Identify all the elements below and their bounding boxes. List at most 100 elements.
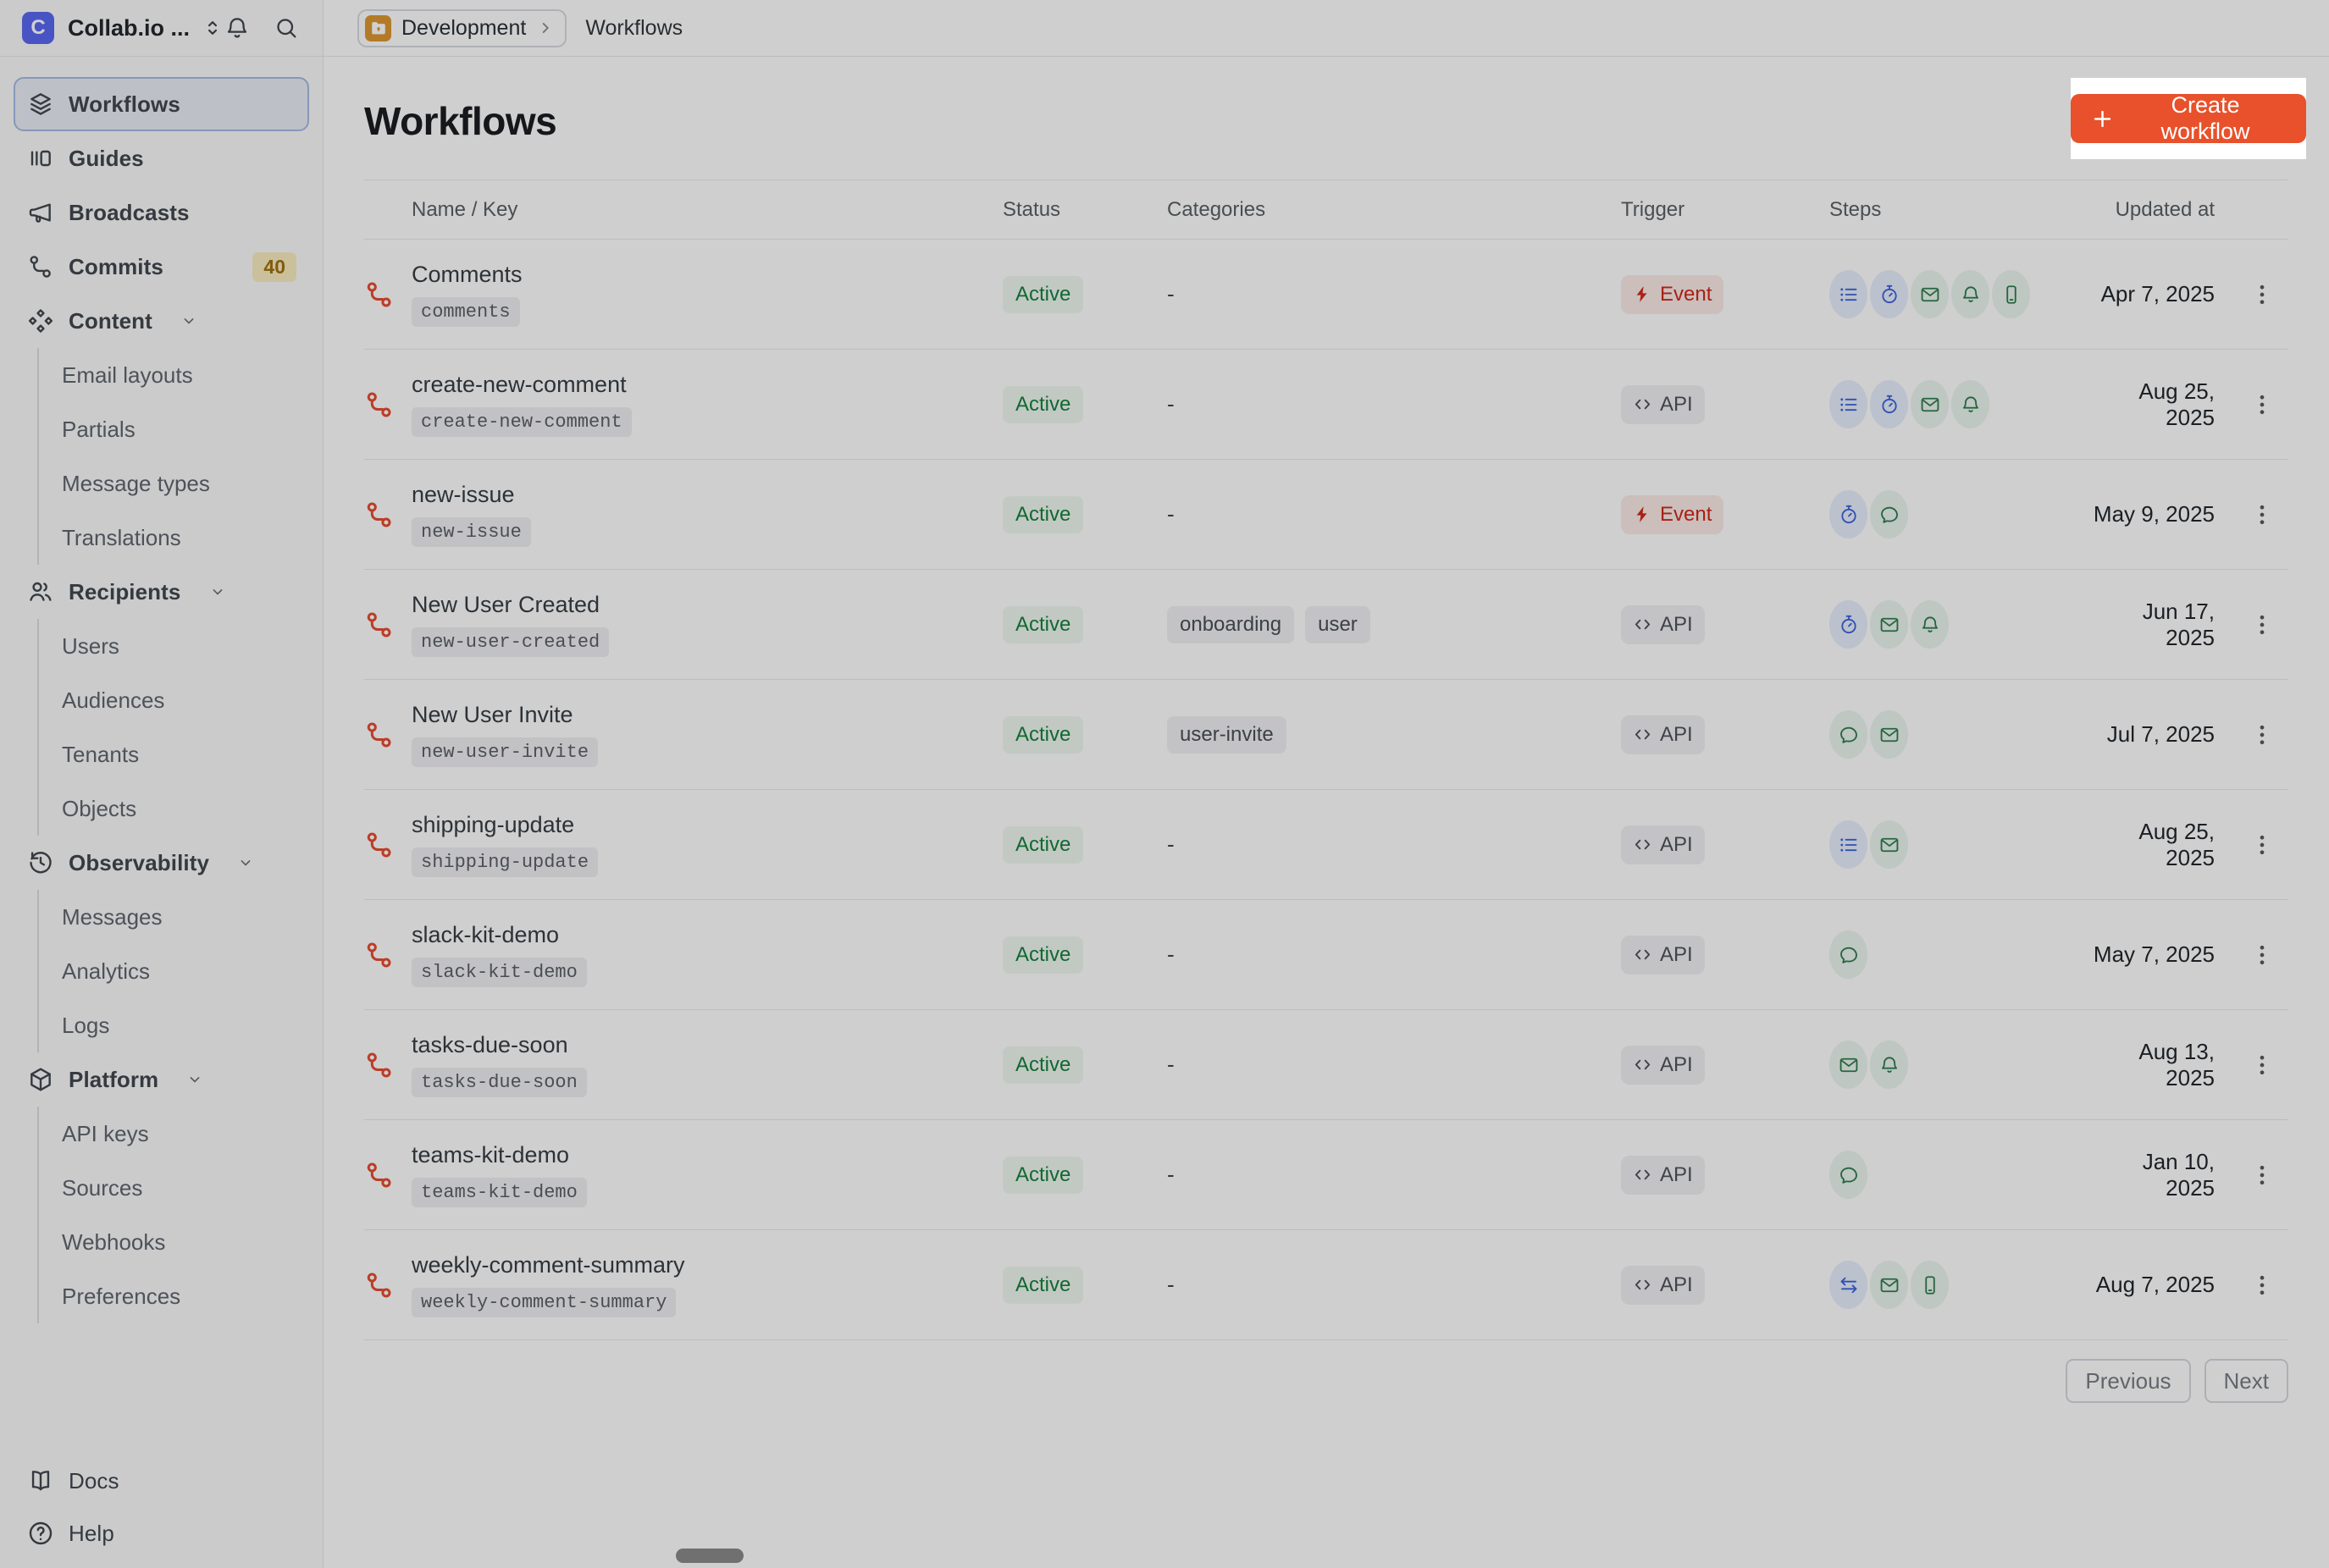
- environment-label: Development: [401, 16, 526, 41]
- code-icon: [1633, 1275, 1652, 1295]
- workflow-key-badge: comments: [412, 297, 520, 327]
- sidebar-item-platform[interactable]: Platform: [14, 1052, 309, 1107]
- col-name-key: Name / Key: [412, 198, 1003, 222]
- categories-cell: user-invite: [1167, 716, 1621, 754]
- row-actions-cell: [2215, 1157, 2288, 1193]
- sidebar-item-translations[interactable]: Translations: [39, 511, 309, 565]
- steps-cell: [1829, 1151, 2088, 1199]
- sidebar-item-objects[interactable]: Objects: [39, 781, 309, 836]
- sidebar-item-label: Observability: [69, 850, 209, 876]
- sidebar-item-preferences[interactable]: Preferences: [39, 1269, 309, 1323]
- kebab-menu-icon[interactable]: [2244, 607, 2280, 643]
- workflow-row-tasks-due-soon[interactable]: tasks-due-soontasks-due-soonActive-APIAu…: [364, 1010, 2288, 1120]
- kebab-menu-icon[interactable]: [2244, 1157, 2280, 1193]
- sidebar-item-help[interactable]: Help: [14, 1507, 309, 1560]
- sidebar-item-message-types[interactable]: Message types: [39, 456, 309, 511]
- workflow-row-new-user-created[interactable]: New User Creatednew-user-createdActiveon…: [364, 570, 2288, 680]
- name-key-cell: teams-kit-demoteams-kit-demo: [412, 1142, 1003, 1207]
- categories-cell: -: [1167, 941, 1621, 968]
- kebab-menu-icon[interactable]: [2244, 387, 2280, 422]
- environment-selector[interactable]: Development: [357, 9, 567, 47]
- workflow-row-teams-kit-demo[interactable]: teams-kit-demoteams-kit-demoActive-APIJa…: [364, 1120, 2288, 1230]
- sidebar-item-logs[interactable]: Logs: [39, 998, 309, 1052]
- categories-cell: -: [1167, 1272, 1621, 1298]
- workflow-row-new-user-invite[interactable]: New User Invitenew-user-inviteActiveuser…: [364, 680, 2288, 790]
- workflow-row-new-issue[interactable]: new-issuenew-issueActive-EventMay 9, 202…: [364, 460, 2288, 570]
- workflow-row-shipping-update[interactable]: shipping-updateshipping-updateActive-API…: [364, 790, 2288, 900]
- next-button[interactable]: Next: [2205, 1359, 2288, 1403]
- sidebar-item-tenants[interactable]: Tenants: [39, 727, 309, 781]
- help-icon: [26, 1520, 54, 1547]
- sidebar-item-workflows[interactable]: Workflows: [14, 77, 309, 131]
- kebab-menu-icon[interactable]: [2244, 1047, 2280, 1083]
- workspace-switcher-icon[interactable]: [202, 17, 224, 39]
- sidebar-item-partials[interactable]: Partials: [39, 402, 309, 456]
- workflow-icon: [364, 1270, 412, 1300]
- sidebar-item-docs[interactable]: Docs: [14, 1455, 309, 1507]
- workflow-row-create-new-comment[interactable]: create-new-commentcreate-new-commentActi…: [364, 350, 2288, 460]
- previous-button[interactable]: Previous: [2066, 1359, 2190, 1403]
- sidebar-item-sources[interactable]: Sources: [39, 1161, 309, 1215]
- kebab-menu-icon[interactable]: [2244, 827, 2280, 863]
- email-step-icon: [1911, 270, 1949, 318]
- name-key-cell: slack-kit-demoslack-kit-demo: [412, 922, 1003, 987]
- workflow-icon: [364, 500, 412, 530]
- name-key-cell: New User Invitenew-user-invite: [412, 702, 1003, 767]
- workflow-icon: [364, 1050, 412, 1080]
- workflow-row-comments[interactable]: CommentscommentsActive-EventApr 7, 2025: [364, 240, 2288, 350]
- status-badge: Active: [1003, 936, 1083, 974]
- search-icon[interactable]: [274, 15, 299, 41]
- sidebar-item-guides[interactable]: Guides: [14, 131, 309, 185]
- workflow-row-slack-kit-demo[interactable]: slack-kit-demoslack-kit-demoActive-APIMa…: [364, 900, 2288, 1010]
- sidebar-item-recipients[interactable]: Recipients: [14, 565, 309, 619]
- workflow-name: create-new-comment: [412, 372, 1003, 398]
- row-actions-cell: [2215, 827, 2288, 863]
- code-icon: [1633, 835, 1652, 854]
- layers-icon: [26, 91, 54, 118]
- delay-step-icon: [1829, 490, 1867, 538]
- history-icon: [26, 849, 54, 876]
- updated-at-cell: Jan 10, 2025: [2088, 1149, 2215, 1201]
- email-step-icon: [1911, 380, 1949, 428]
- kebab-menu-icon[interactable]: [2244, 1267, 2280, 1303]
- sidebar-item-email-layouts[interactable]: Email layouts: [39, 348, 309, 402]
- kebab-menu-icon[interactable]: [2244, 497, 2280, 533]
- sidebar-item-content[interactable]: Content: [14, 294, 309, 348]
- steps-cell: [1829, 490, 2088, 538]
- categories-cell: -: [1167, 281, 1621, 307]
- sidebar-item-webhooks[interactable]: Webhooks: [39, 1215, 309, 1269]
- sidebar-item-users[interactable]: Users: [39, 619, 309, 673]
- kebab-menu-icon[interactable]: [2244, 937, 2280, 973]
- kebab-menu-icon[interactable]: [2244, 717, 2280, 753]
- people-icon: [26, 578, 54, 605]
- code-icon: [1633, 945, 1652, 964]
- kebab-menu-icon[interactable]: [2244, 277, 2280, 312]
- code-icon: [1633, 1165, 1652, 1184]
- create-workflow-button[interactable]: Create workflow: [2071, 94, 2306, 143]
- main-content: Workflows Filter Name / Key Status Categ…: [324, 57, 2329, 1568]
- sidebar-item-analytics[interactable]: Analytics: [39, 944, 309, 998]
- horizontal-scrollbar-thumb[interactable]: [676, 1549, 744, 1563]
- sidebar-item-broadcasts[interactable]: Broadcasts: [14, 185, 309, 240]
- updated-at-cell: Aug 25, 2025: [2088, 378, 2215, 431]
- sidebar-item-audiences[interactable]: Audiences: [39, 673, 309, 727]
- in-app-step-icon: [1951, 270, 1989, 318]
- empty-category-dash: -: [1167, 1272, 1175, 1298]
- sidebar-item-commits[interactable]: Commits40: [14, 240, 309, 294]
- sidebar-item-api-keys[interactable]: API keys: [39, 1107, 309, 1161]
- delay-step-icon: [1829, 600, 1867, 649]
- bell-icon[interactable]: [224, 15, 250, 41]
- list-step-icon: [1829, 820, 1867, 869]
- trigger-badge-event: Event: [1621, 495, 1723, 534]
- categories-cell: -: [1167, 831, 1621, 858]
- sidebar-group-content: Email layoutsPartialsMessage typesTransl…: [37, 348, 309, 565]
- sidebar-item-observability[interactable]: Observability: [14, 836, 309, 890]
- workflow-icon: [364, 940, 412, 970]
- app-window: C Collab.io ... Development Workflows Wo…: [0, 0, 2329, 1568]
- guides-icon: [26, 145, 54, 172]
- page-header: Workflows Filter: [364, 57, 2288, 179]
- commits-count-badge: 40: [252, 252, 296, 282]
- empty-category-dash: -: [1167, 501, 1175, 527]
- workflow-row-weekly-comment-summary[interactable]: weekly-comment-summaryweekly-comment-sum…: [364, 1230, 2288, 1340]
- sidebar-item-messages[interactable]: Messages: [39, 890, 309, 944]
